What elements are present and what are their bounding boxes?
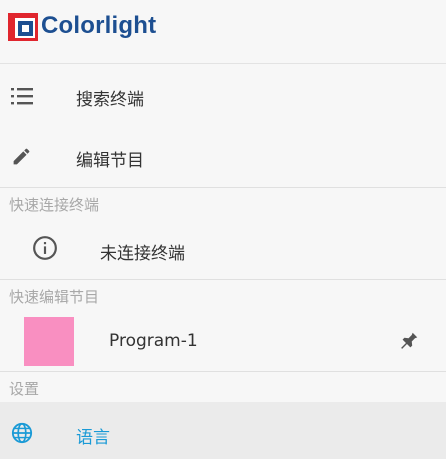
program-name: Program-1 [109,331,198,351]
section-header-label: 快速连接终端 [9,196,100,214]
section-header-label: 设置 [9,380,40,398]
section-header-label: 快速编辑节目 [9,288,100,306]
terminal-status-label: 未连接终端 [100,244,185,264]
menu-item-edit-program[interactable]: 编辑节目 [0,127,446,187]
program-thumbnail [24,317,74,366]
menu-item-label: 搜索终端 [76,90,144,110]
colorlight-logo-icon [8,13,38,41]
app-header: Colorlight [0,0,446,64]
globe-icon [11,422,33,444]
menu-item-label: 编辑节目 [76,151,144,171]
section-header-quick-connect: 快速连接终端 [0,187,446,217]
menu-item-language-label: 语言 [76,428,110,448]
info-icon [33,236,57,260]
terminal-status-item[interactable]: 未连接终端 [0,217,446,279]
menu-item-language[interactable] [0,402,446,459]
list-icon [11,88,33,105]
section-header-settings: 设置 [0,371,446,401]
pin-icon[interactable] [398,330,420,352]
app-logo-text: Colorlight [41,12,157,39]
navigation-drawer: Colorlight 搜索终端 编辑节目 快速连接终端 未连接终端 快速编辑节目… [0,0,446,459]
section-header-quick-edit: 快速编辑节目 [0,279,446,309]
menu-item-search-terminal[interactable]: 搜索终端 [0,65,446,127]
pencil-icon [13,148,30,165]
